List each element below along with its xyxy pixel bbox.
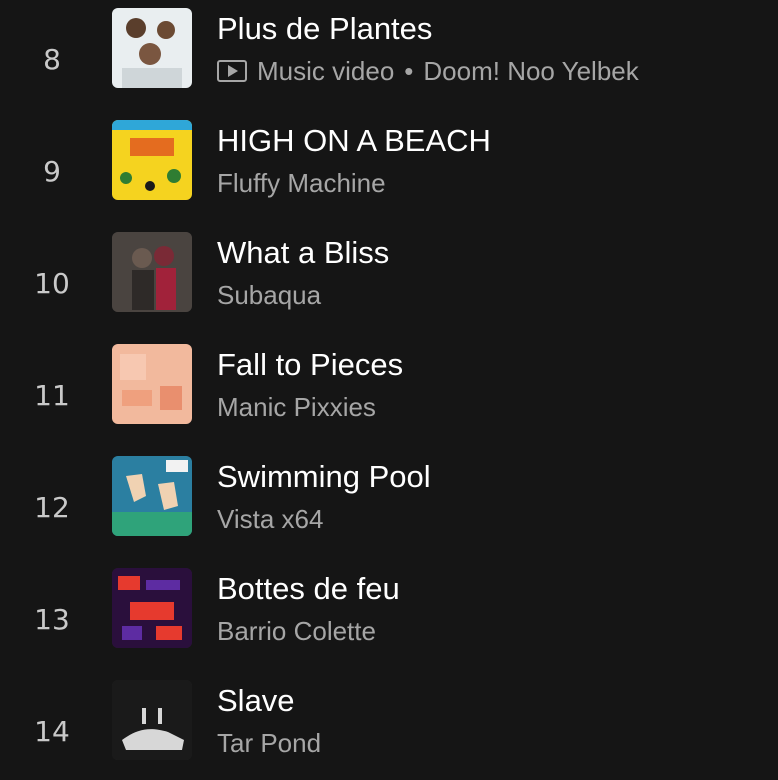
track-artwork <box>112 568 192 648</box>
track-subtitle: Vista x64 <box>217 504 323 534</box>
track-title: Swimming Pool <box>217 459 431 494</box>
track-list: 8 Plus de Plantes Music video • Doom! No… <box>0 0 778 780</box>
track-artwork <box>112 456 192 536</box>
track-artist[interactable]: Vista x64 <box>217 504 323 534</box>
track-title: Slave <box>217 683 295 718</box>
track-artwork <box>112 8 192 88</box>
track-index: 10 <box>34 267 70 300</box>
track-artist[interactable]: Fluffy Machine <box>217 168 386 198</box>
track-index: 9 <box>43 155 61 188</box>
track-title: What a Bliss <box>217 235 390 270</box>
track-row[interactable]: 12 Swimming Pool Vista x64 <box>0 448 778 560</box>
play-video-icon <box>217 60 247 82</box>
track-row[interactable]: 13 Bottes de feu Barrio Colette <box>0 560 778 672</box>
track-row[interactable]: 10 What a Bliss Subaqua <box>0 224 778 336</box>
separator-dot: • <box>404 56 414 86</box>
track-artwork <box>112 232 192 312</box>
track-index: 11 <box>34 379 70 412</box>
track-artwork <box>112 120 192 200</box>
track-title: Bottes de feu <box>217 571 400 606</box>
track-subtitle: Barrio Colette <box>217 616 376 646</box>
track-row[interactable]: 9 HIGH ON A BEACH Fluffy Machine <box>0 112 778 224</box>
track-type: Music video <box>257 56 395 86</box>
track-subtitle: Tar Pond <box>217 728 321 758</box>
track-artist[interactable]: Manic Pixxies <box>217 392 376 422</box>
track-index: 8 <box>43 43 61 76</box>
track-artist[interactable]: Barrio Colette <box>217 616 376 646</box>
track-subtitle: Fluffy Machine <box>217 168 386 198</box>
track-artist[interactable]: Doom! Noo Yelbek <box>423 56 638 86</box>
track-title: HIGH ON A BEACH <box>217 123 491 158</box>
track-artist[interactable]: Subaqua <box>217 280 321 310</box>
track-index: 12 <box>34 491 70 524</box>
track-title: Plus de Plantes <box>217 11 433 46</box>
track-index: 13 <box>34 603 70 636</box>
track-row[interactable]: 8 Plus de Plantes Music video • Doom! No… <box>0 0 778 112</box>
track-title: Fall to Pieces <box>217 347 404 382</box>
track-subtitle: Manic Pixxies <box>217 392 376 422</box>
track-artist[interactable]: Tar Pond <box>217 728 321 758</box>
track-artwork <box>112 680 192 760</box>
track-row[interactable]: 11 Fall to Pieces Manic Pixxies <box>0 336 778 448</box>
track-subtitle: Subaqua <box>217 280 321 310</box>
track-artwork <box>112 344 192 424</box>
track-subtitle: Music video • Doom! Noo Yelbek <box>217 56 639 86</box>
track-row[interactable]: 14 Slave Tar Pond <box>0 672 778 780</box>
track-index: 14 <box>34 715 70 748</box>
